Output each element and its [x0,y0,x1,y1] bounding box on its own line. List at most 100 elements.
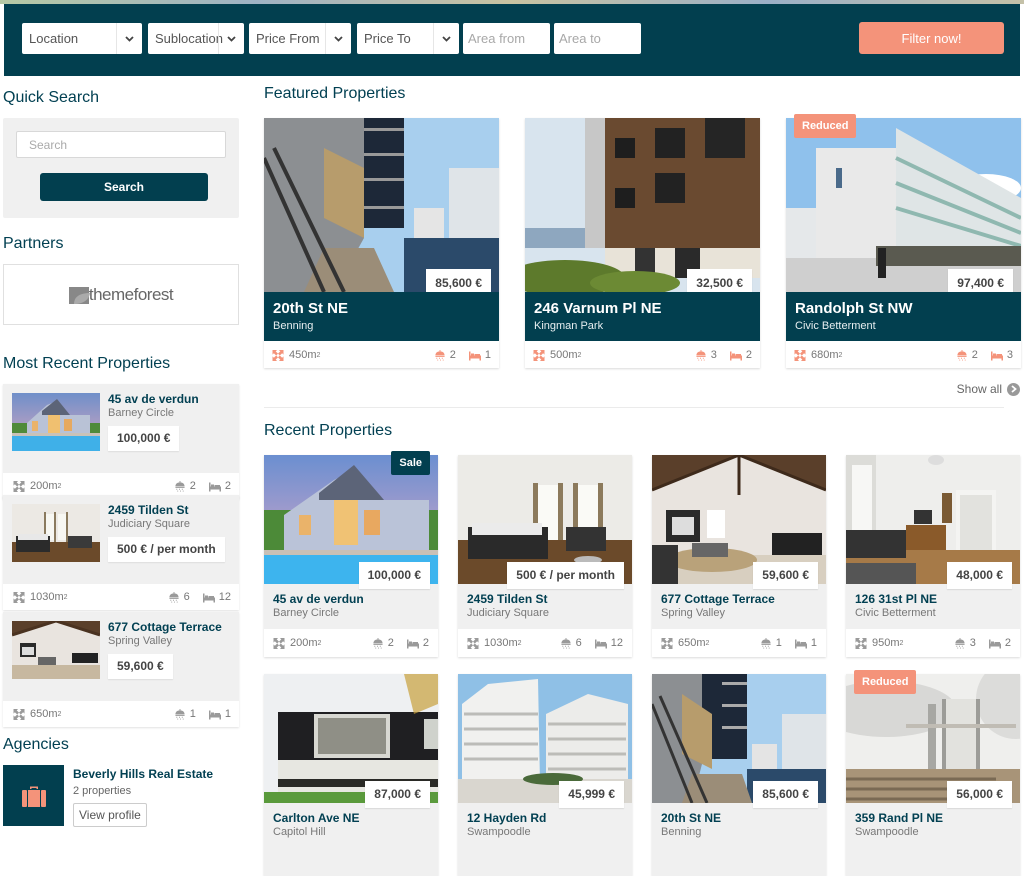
featured-property-card[interactable]: 85,600 € 20th St NE Benning 450m 2 2 1 [264,118,499,368]
property-price: 59,600 € [753,562,818,589]
chevron-down-icon [116,23,142,54]
property-image[interactable] [525,118,760,292]
chevron-down-icon [218,23,244,54]
bath-count: 6 [183,591,190,603]
property-location: Swampoodle [467,826,531,838]
quick-search-input[interactable] [16,131,226,158]
property-thumbnail[interactable] [12,504,100,562]
location-select-label: Location [29,31,79,46]
bed-count: 2 [422,637,429,649]
property-price: 500 € / per month [108,537,225,562]
property-rooms: 2 2 [174,480,231,492]
property-title[interactable]: 126 31st Pl NE [855,592,937,606]
property-title[interactable]: 45 av de verdun [273,592,364,606]
most-recent-item[interactable]: 45 av de verdun Barney Circle 100,000 € … [3,384,239,499]
property-price: 56,000 € [947,781,1012,808]
quick-search-panel: Search [3,118,239,218]
property-rooms: 1 1 [760,637,817,649]
property-title[interactable]: 2459 Tilden St [467,592,547,606]
chevron-down-icon [325,23,351,54]
area-unit-superscript: 2 [899,639,904,647]
reduced-badge: Reduced [794,114,857,138]
property-image[interactable] [786,118,1021,292]
property-price: 100,000 € [108,426,180,451]
property-title[interactable]: 677 Cottage Terrace [661,592,775,606]
show-all-link[interactable]: Show all [957,382,1020,396]
property-price: 48,000 € [947,562,1012,589]
area-unit-superscript: 2 [838,351,843,359]
most-recent-item[interactable]: 2459 Tilden St Judiciary Square 500 € / … [3,495,239,610]
agency-name[interactable]: Beverly Hills Real Estate [73,767,213,781]
bed-count: 2 [224,480,231,492]
area-value: 680m [811,349,839,361]
quick-search-button[interactable]: Search [40,173,208,201]
area-arrows-icon [273,637,285,649]
recent-property-card[interactable]: 85,600 € 20th St NE Benning [652,674,826,876]
property-area: 650m 2 [661,637,709,649]
agency-avatar[interactable] [3,765,64,826]
partners-heading: Partners [3,235,64,252]
property-caption: Randolph St NW Civic Betterment [786,292,1021,341]
shower-icon [561,637,571,649]
shower-icon [957,349,967,361]
bed-icon [594,639,607,648]
property-rooms: 1 1 [174,708,231,720]
bed-icon [468,351,481,360]
area-arrows-icon [794,349,806,361]
property-title[interactable]: 20th St NE [273,300,348,317]
recent-property-card[interactable]: 500 € / per month 2459 Tilden St Judicia… [458,455,632,657]
location-select[interactable]: Location [22,23,142,54]
price-from-select[interactable]: Price From [249,23,351,54]
shower-icon [696,349,706,361]
property-title[interactable]: 677 Cottage Terrace [108,620,222,634]
property-rooms: 3 2 [695,349,752,361]
filter-now-button[interactable]: Filter now! [859,22,1004,54]
bath-count: 2 [971,349,978,361]
property-thumbnail[interactable] [12,393,100,451]
bed-count: 12 [218,591,231,603]
sublocation-select[interactable]: Sublocation [148,23,244,54]
property-meta: 500m 2 3 2 [525,341,760,368]
area-from-input[interactable] [463,23,550,54]
featured-property-card[interactable]: Reduced 97,400 € Randolph St NW Civic Be… [786,114,1021,368]
area-arrows-icon [467,637,479,649]
most-recent-item[interactable]: 677 Cottage Terrace Spring Valley 59,600… [3,612,239,727]
property-location: Capitol Hill [273,826,326,838]
partner-logo-themeforest[interactable]: themeforest [3,264,239,325]
area-to-input[interactable] [554,23,641,54]
property-title[interactable]: 359 Rand Pl NE [855,811,943,825]
reduced-badge: Reduced [854,670,917,694]
bed-icon [208,710,221,719]
property-title[interactable]: 246 Varnum Pl NE [534,300,662,317]
price-to-select[interactable]: Price To [357,23,459,54]
featured-property-card[interactable]: 32,500 € 246 Varnum Pl NE Kingman Park 5… [525,118,760,368]
price-to-select-label: Price To [364,31,411,46]
bath-count: 2 [449,349,456,361]
recent-property-card[interactable]: Sale 100,000 € 45 av de verdun Barney Ci… [264,451,438,657]
recent-property-card[interactable]: 45,999 € 12 Hayden Rd Swampoodle [458,674,632,876]
property-rooms: 2 1 [434,349,491,361]
property-title[interactable]: Randolph St NW [795,300,912,317]
recent-property-card[interactable]: 48,000 € 126 31st Pl NE Civic Betterment… [846,455,1020,657]
property-title[interactable]: 45 av de verdun [108,392,199,406]
property-thumbnail[interactable] [11,619,101,679]
recent-property-card[interactable]: 87,000 € Carlton Ave NE Capitol Hill [264,674,438,876]
area-value: 650m [30,708,58,720]
view-profile-button[interactable]: View profile [73,803,147,827]
property-title[interactable]: 20th St NE [661,811,721,825]
property-image[interactable] [264,118,499,292]
recent-property-card[interactable]: 59,600 € 677 Cottage Terrace Spring Vall… [652,455,826,657]
bath-count: 1 [189,708,196,720]
recent-property-card[interactable]: Reduced 56,000 € 359 Rand Pl NE Swampood… [846,670,1020,876]
property-title[interactable]: 2459 Tilden St [108,503,188,517]
property-meta: 680m 2 2 3 [786,341,1021,368]
property-title[interactable]: 12 Hayden Rd [467,811,546,825]
bed-count: 2 [745,349,752,361]
bed-icon [729,351,742,360]
shower-icon [175,708,185,720]
property-location: Barney Circle [108,407,175,419]
area-value: 950m [872,637,900,649]
property-title[interactable]: Carlton Ave NE [273,811,359,825]
property-location: Benning [273,320,314,332]
section-divider [264,407,1004,408]
